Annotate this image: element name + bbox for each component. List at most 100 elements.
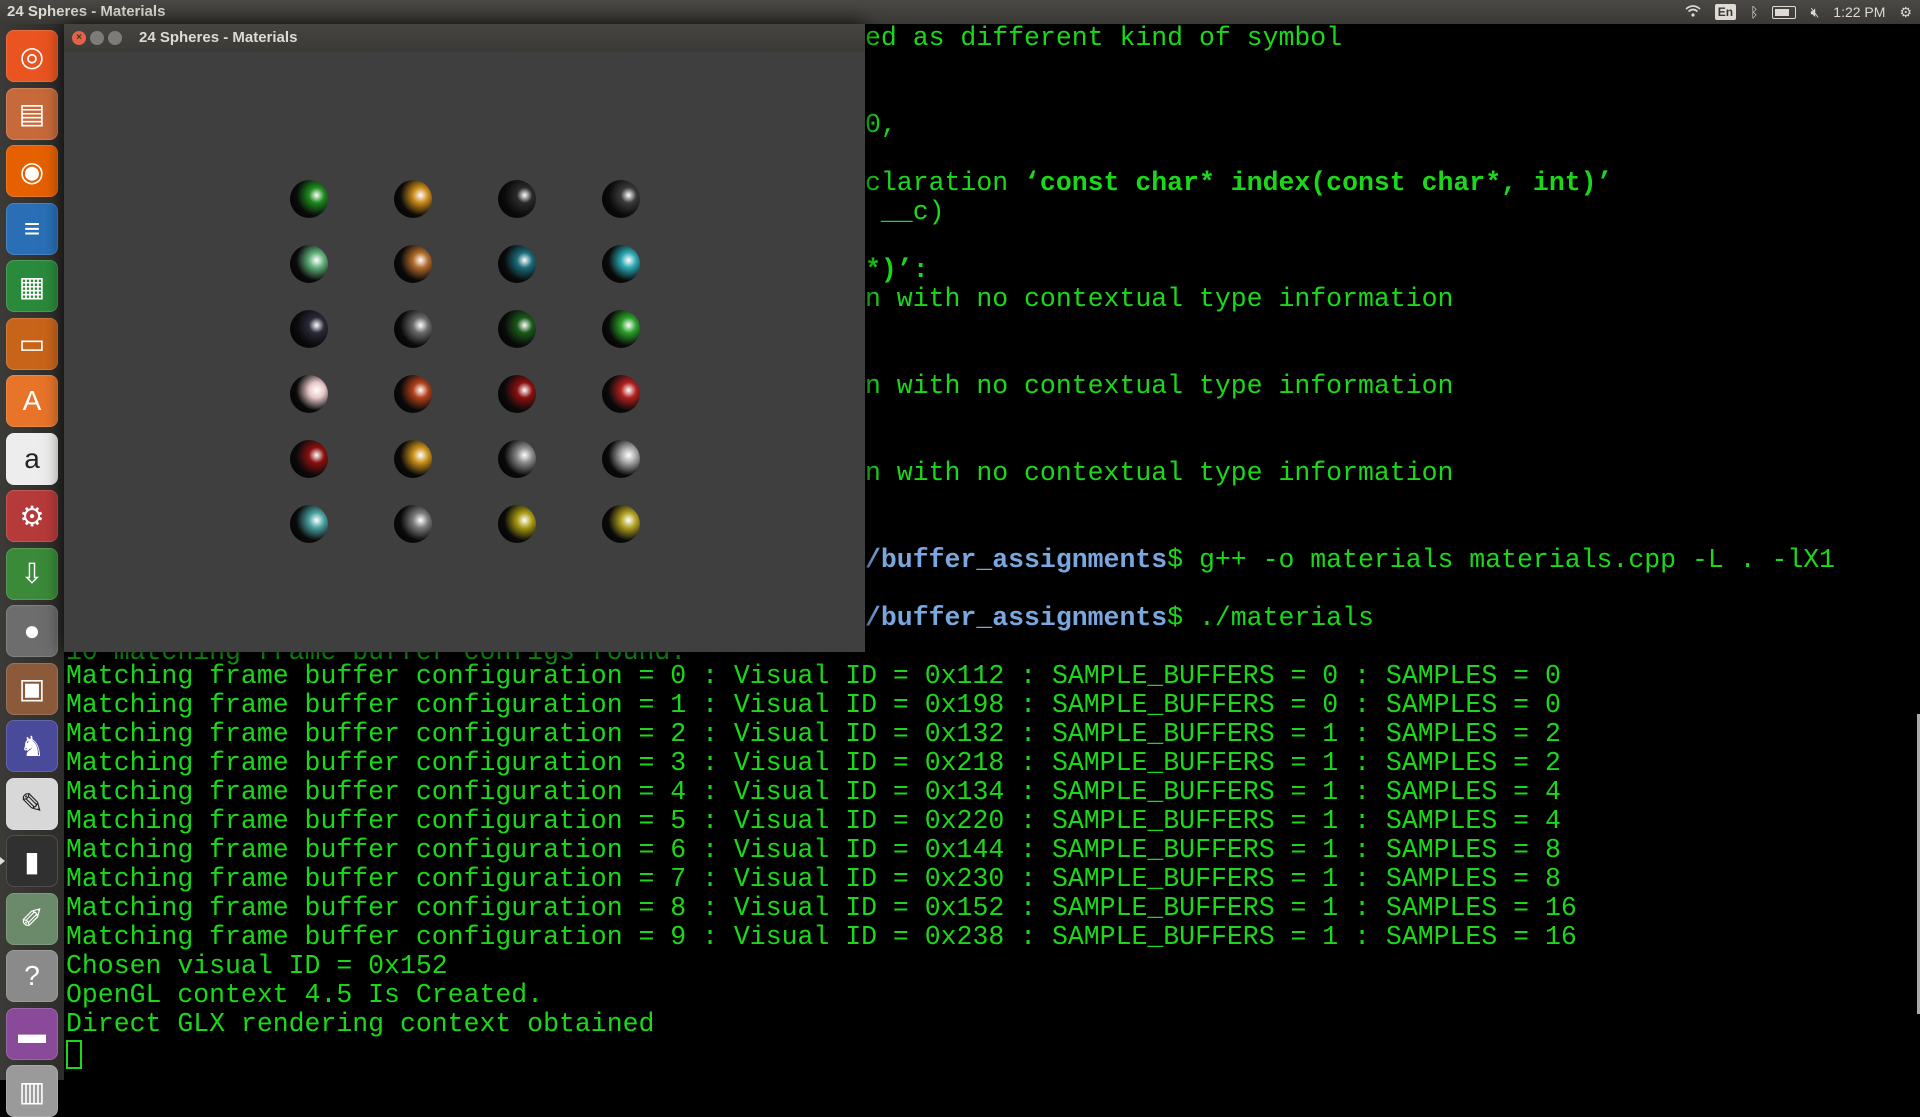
material-sphere <box>498 375 536 413</box>
volume-muted-icon[interactable]: 🔇︎ <box>1810 0 1819 24</box>
material-sphere <box>498 245 536 283</box>
presentation-icon: ▭ <box>18 328 46 359</box>
command-text: $ g++ -o materials materials.cpp -L . -l… <box>1167 545 1836 575</box>
wifi-icon[interactable] <box>1685 0 1701 24</box>
sphere-grid <box>64 52 865 652</box>
material-sphere <box>498 310 536 348</box>
launcher-item-files[interactable]: ▤ <box>6 87 58 140</box>
terminal-line: OpenGL context 4.5 Is Created. <box>66 980 544 1010</box>
material-sphere <box>394 245 432 283</box>
launcher-item-terminal[interactable]: ▮ <box>0 835 58 887</box>
keyboard-layout-indicator[interactable]: En <box>1714 4 1737 20</box>
material-sphere <box>498 180 536 218</box>
terminal-line: *)’: <box>865 255 929 285</box>
pencil-icon: ✐ <box>20 903 44 934</box>
terminal-line: 0, <box>865 110 897 140</box>
launcher-item-chess[interactable]: ♞ <box>6 720 58 772</box>
question-icon: ? <box>24 960 40 991</box>
close-button[interactable]: × <box>72 31 86 45</box>
prompt-path: /buffer_assignments <box>865 603 1168 633</box>
material-sphere <box>602 375 640 413</box>
material-sphere <box>602 245 640 283</box>
launcher-item-software-center[interactable]: A <box>6 375 58 427</box>
launcher: ◎ ▤ ◉ ≡ ▦ ▭ Aa ⚙ ⇩ ● ▣ ♞ ✎ ▮ ✐? ▬ ▥ <box>0 24 65 1117</box>
spreadsheet-icon: ▦ <box>18 270 46 302</box>
launcher-item-dash-home[interactable]: ◎ <box>6 30 58 82</box>
terminal-line: Direct GLX rendering context obtained <box>66 1009 655 1039</box>
material-sphere <box>290 310 328 348</box>
material-sphere <box>498 440 536 478</box>
gl-window-title: 24 Spheres - Materials <box>139 29 298 46</box>
file-cabinet-icon: ▤ <box>18 98 46 129</box>
prompt-path: /buffer_assignments <box>865 545 1168 575</box>
bluetooth-icon[interactable]: ᛒ <box>1750 0 1758 24</box>
config-line: Matching frame buffer configuration = 7 … <box>66 864 1561 894</box>
launcher-item-calc[interactable]: ▦ <box>6 260 58 312</box>
terminal-prompt-line: /buffer_assignments$ ./materials <box>865 604 1374 633</box>
config-line: Matching frame buffer configuration = 5 … <box>66 806 1561 836</box>
material-sphere <box>290 440 328 478</box>
launcher-item-firefox[interactable]: ◉ <box>6 145 58 197</box>
material-sphere <box>394 310 432 348</box>
calculator-icon: ✎ <box>20 788 44 819</box>
material-sphere <box>394 505 432 543</box>
battery-icon[interactable] <box>1772 5 1797 19</box>
maximize-button[interactable] <box>108 31 122 45</box>
system-tray: En ᛒ 🔇︎ 1:22 PM ⚙ <box>1685 0 1912 24</box>
config-line: Matching frame buffer configuration = 9 … <box>66 922 1577 952</box>
document-icon: ≡ <box>23 212 41 244</box>
top-panel: 24 Spheres - Materials En ᛒ 🔇︎ 1:22 PM ⚙ <box>0 0 1920 24</box>
material-sphere <box>602 310 640 348</box>
terminal-line: n with no contextual type information <box>865 371 1454 401</box>
material-sphere <box>290 375 328 413</box>
amazon-icon: a <box>24 442 40 474</box>
active-window-title: 24 Spheres - Materials <box>7 3 166 20</box>
sphere-icon: ● <box>23 615 41 646</box>
terminal-line: __c) <box>865 197 945 227</box>
material-sphere <box>498 505 536 543</box>
terminal-line: n with no contextual type information <box>865 458 1454 488</box>
command-text: $ ./materials <box>1167 603 1374 633</box>
launcher-item-math-tool[interactable]: ✎ <box>6 777 58 830</box>
material-sphere <box>290 180 328 218</box>
gear-icon[interactable]: ⚙ <box>1899 0 1912 24</box>
window-icon: ▬ <box>18 1017 46 1049</box>
gl-window[interactable]: × 24 Spheres - Materials <box>64 24 865 652</box>
material-sphere <box>290 505 328 543</box>
terminal-bold-text: ‘const char* index(const char*, int)’ <box>1024 168 1613 198</box>
config-line: Matching frame buffer configuration = 3 … <box>66 748 1561 778</box>
launcher-item-writer[interactable]: ≡ <box>6 202 58 255</box>
launcher-item-impress[interactable]: ▭ <box>6 317 58 370</box>
shopping-bag-icon: A <box>22 385 42 416</box>
terminal-line: ed as different kind of symbol <box>865 23 1343 53</box>
terminal-text: claration <box>865 168 1025 198</box>
download-arrow-icon: ⇩ <box>20 558 44 589</box>
terminal-line: n with no contextual type information <box>865 284 1454 314</box>
material-sphere <box>290 245 328 283</box>
disk-icon: ▣ <box>18 673 46 704</box>
launcher-item-sphere-app[interactable]: ● <box>6 605 58 657</box>
config-line: Matching frame buffer configuration = 4 … <box>66 777 1561 807</box>
terminal-line: Chosen visual ID = 0x152 <box>66 951 448 981</box>
minimize-button[interactable] <box>90 31 104 45</box>
config-line: Matching frame buffer configuration = 0 … <box>66 661 1561 691</box>
material-sphere <box>394 375 432 413</box>
launcher-item-text-editor[interactable]: ✐ <box>6 892 58 945</box>
trash-icon: ▥ <box>18 1075 46 1107</box>
material-sphere <box>394 180 432 218</box>
launcher-item-misc-app[interactable]: ▬ <box>6 1007 58 1060</box>
tools-icon: ⚙ <box>19 500 45 532</box>
material-sphere <box>602 180 640 218</box>
terminal-icon: ▮ <box>24 845 40 877</box>
gl-window-titlebar[interactable]: × 24 Spheres - Materials <box>64 24 865 52</box>
config-line: Matching frame buffer configuration = 1 … <box>66 690 1561 720</box>
firefox-icon: ◉ <box>19 155 45 187</box>
launcher-item-updates[interactable]: ⇩ <box>6 547 58 600</box>
material-sphere <box>602 505 640 543</box>
launcher-item-help[interactable]: ? <box>6 950 58 1002</box>
clock[interactable]: 1:22 PM <box>1833 0 1885 24</box>
launcher-item-usb-creator[interactable]: ▣ <box>6 662 58 715</box>
launcher-item-amazon[interactable]: a <box>6 432 58 485</box>
launcher-item-trash[interactable]: ▥ <box>6 1065 58 1117</box>
launcher-item-system-settings[interactable]: ⚙ <box>6 490 58 542</box>
